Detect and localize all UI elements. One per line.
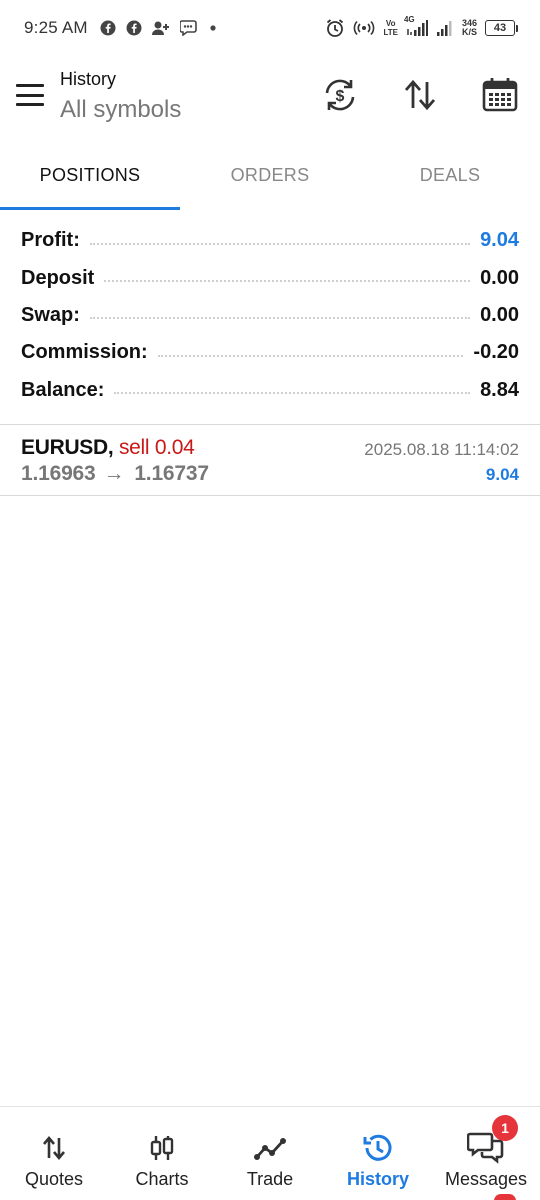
network-speed-unit: K/S <box>461 27 477 37</box>
alarm-icon <box>325 18 345 38</box>
profit-label: Profit: <box>21 229 80 252</box>
position-profit: 9.04 <box>485 465 519 484</box>
commission-value: -0.20 <box>473 341 519 364</box>
battery-level: 43 <box>485 20 515 36</box>
close-price: 1.16737 <box>134 462 209 485</box>
position-title: EURUSD, sell 0.04 <box>21 436 195 460</box>
summary-row-swap: Swap: 0.00 <box>0 297 540 334</box>
open-price: 1.16963 <box>21 462 96 485</box>
price-arrow: → <box>103 462 125 485</box>
tab-positions[interactable]: POSITIONS <box>0 140 180 210</box>
nav-messages-label: Messages <box>444 1169 528 1189</box>
volte-top-text: Vo <box>385 19 396 28</box>
status-indicators: Vo LTE 4G 346 K/S 43 <box>325 15 518 38</box>
position-symbol: EURUSD, <box>21 436 114 459</box>
swap-label: Swap: <box>21 303 80 326</box>
currency-refresh-icon: $ <box>325 79 355 111</box>
quotes-arrows-icon <box>41 1131 67 1165</box>
dotted-leader <box>157 354 464 357</box>
notification-icons <box>100 20 218 36</box>
nav-quotes-label: Quotes <box>24 1169 84 1189</box>
facebook-icon <box>126 20 142 36</box>
page-title: History <box>60 69 117 89</box>
volte-bottom-text: LTE <box>383 28 398 37</box>
hotspot-icon <box>353 19 375 37</box>
summary-row-balance: Balance: 8.84 <box>0 372 540 409</box>
calendar-button[interactable] <box>480 74 520 116</box>
position-type: sell 0.04 <box>118 436 195 459</box>
facebook-icon <box>100 20 116 36</box>
divider <box>0 495 540 496</box>
candlestick-icon <box>148 1131 176 1165</box>
dotted-leader <box>89 317 471 320</box>
deposit-value: 0.00 <box>480 266 519 289</box>
tab-deals[interactable]: DEALS <box>360 140 540 210</box>
deposit-label: Deposit <box>21 266 95 289</box>
balance-label: Balance: <box>21 378 105 401</box>
menu-bar <box>16 84 44 87</box>
bottom-navigation: Quotes Charts Trade History 1 Messages <box>0 1106 540 1200</box>
nav-history[interactable]: History <box>324 1107 432 1200</box>
calendar-icon <box>482 78 518 112</box>
summary-row-profit: Profit: 9.04 <box>0 222 540 259</box>
dotted-leader <box>89 242 471 245</box>
sort-button[interactable] <box>400 74 440 116</box>
sort-arrows-icon <box>404 79 436 111</box>
balance-value: 8.84 <box>480 378 519 401</box>
header-actions: $ <box>320 74 520 116</box>
menu-button[interactable] <box>14 81 46 109</box>
battery-tip <box>516 24 518 32</box>
divider <box>0 424 540 425</box>
nav-history-label: History <box>346 1169 409 1189</box>
currency-refresh-button[interactable]: $ <box>320 74 360 116</box>
app-header: History All symbols $ <box>0 56 540 140</box>
nav-trade-label: Trade <box>246 1169 294 1189</box>
nav-trade[interactable]: Trade <box>216 1107 324 1200</box>
position-time: 2025.08.18 11:14:02 <box>364 440 519 459</box>
account-summary: Profit: 9.04 Deposit 0.00 Swap: 0.00 Com… <box>0 222 540 409</box>
more-notifications-dot <box>208 23 218 33</box>
add-contact-icon <box>151 20 170 36</box>
summary-row-deposit: Deposit 0.00 <box>0 259 540 296</box>
network-gen-text: 4G <box>403 15 415 24</box>
status-time: 9:25 AM <box>24 18 88 37</box>
nav-charts-label: Charts <box>135 1169 189 1189</box>
menu-bar <box>16 103 44 106</box>
volte-indicator: Vo LTE <box>383 19 398 37</box>
position-row[interactable]: EURUSD, sell 0.04 1.16963 → 1.16737 2025.0… <box>0 426 540 494</box>
dotted-leader <box>114 392 471 395</box>
network-speed: 346 K/S <box>462 19 477 37</box>
history-tabs: POSITIONS ORDERS DEALS <box>0 140 540 210</box>
commission-label: Commission: <box>21 341 148 364</box>
history-clock-icon <box>362 1131 394 1165</box>
position-prices: 1.16963 → 1.16737 <box>21 462 209 486</box>
signal-4g-icon: 4G <box>404 15 428 37</box>
symbol-filter[interactable]: All symbols <box>60 96 181 124</box>
tab-orders[interactable]: ORDERS <box>180 140 360 210</box>
summary-row-commission: Commission: -0.20 <box>0 334 540 371</box>
dotted-leader <box>104 280 471 283</box>
nav-quotes[interactable]: Quotes <box>0 1107 108 1200</box>
nav-messages[interactable]: 1 Messages <box>432 1107 540 1200</box>
signal-icon <box>436 19 454 37</box>
battery-indicator: 43 <box>485 20 518 36</box>
messages-badge: 1 <box>492 1115 518 1141</box>
status-bar: 9:25 AM Vo LTE 4G 346 K/S 43 <box>0 0 540 56</box>
trade-line-icon <box>254 1131 286 1165</box>
nav-charts[interactable]: Charts <box>108 1107 216 1200</box>
secondary-badge <box>494 1194 516 1200</box>
messenger-icon <box>179 20 198 36</box>
profit-value: 9.04 <box>480 229 519 252</box>
svg-text:$: $ <box>336 88 345 105</box>
menu-bar <box>16 93 44 97</box>
swap-value: 0.00 <box>480 303 519 326</box>
